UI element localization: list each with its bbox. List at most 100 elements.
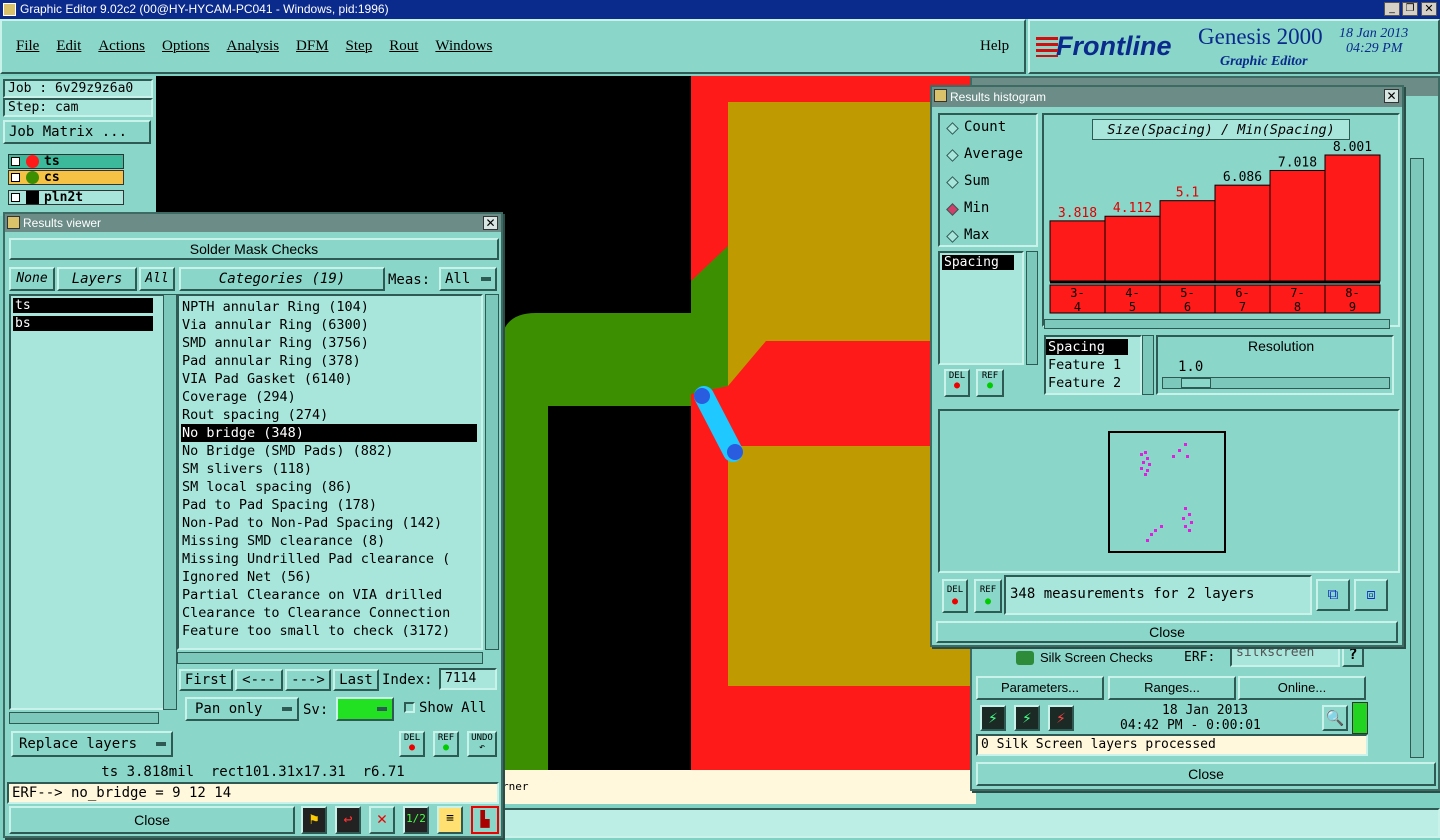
hist-prop-item[interactable]: Feature 2 [1048, 375, 1121, 391]
prev-button[interactable]: <--- [235, 669, 283, 691]
category-item[interactable]: SM slivers (118) [181, 460, 477, 478]
resolution-slider[interactable] [1162, 377, 1390, 389]
hist-prop-item[interactable]: Feature 1 [1048, 357, 1121, 373]
import-chart-icon[interactable]: ⧈ [1354, 579, 1388, 611]
category-item[interactable]: Missing SMD clearance (8) [181, 532, 477, 550]
last-button[interactable]: Last [333, 669, 379, 691]
category-item[interactable]: NPTH annular Ring (104) [181, 298, 477, 316]
categories-list[interactable]: NPTH annular Ring (104) Via annular Ring … [177, 294, 483, 650]
menu-windows[interactable]: Windows [435, 38, 492, 55]
export-icon-button[interactable]: ↩ [335, 806, 361, 834]
categories-hscroll[interactable] [177, 652, 483, 664]
stat-option-max[interactable]: Max [944, 227, 1036, 245]
hist-ref2-button[interactable]: REF ● [974, 579, 1002, 613]
category-item[interactable]: SM local spacing (86) [181, 478, 477, 496]
histogram-bar[interactable] [1214, 184, 1271, 282]
first-button[interactable]: First [179, 669, 233, 691]
category-item[interactable]: Coverage (294) [181, 388, 477, 406]
layer-list-hscroll[interactable] [9, 712, 159, 724]
category-item[interactable]: Ignored Net (56) [181, 568, 477, 586]
results-viewer-close-icon[interactable]: ✕ [483, 216, 498, 230]
category-item[interactable]: Clearance to Clearance Connection [181, 604, 477, 622]
restore-button[interactable]: ❐ [1402, 2, 1418, 16]
histogram-bar[interactable] [1159, 200, 1216, 282]
none-button[interactable]: None [9, 267, 55, 291]
layer-pln2t[interactable]: pln2t [8, 190, 124, 205]
menu-file[interactable]: File [16, 38, 39, 55]
layer-ts[interactable]: ts [8, 154, 124, 169]
undo-button[interactable]: UNDO ↶ [467, 731, 497, 757]
layer-cs[interactable]: cs [8, 170, 124, 185]
flag-icon-button[interactable]: ⚑ [301, 806, 327, 834]
category-item[interactable]: Rout spacing (274) [181, 406, 477, 424]
run-icon-3[interactable]: ⚡ [1048, 705, 1074, 731]
index-field[interactable]: 7114 [439, 668, 497, 690]
histogram-icon-button[interactable]: ▙ [471, 806, 499, 834]
histogram-bar[interactable] [1049, 220, 1106, 282]
stat-option-sum[interactable]: Sum [944, 173, 1036, 200]
menu-analysis[interactable]: Analysis [227, 38, 280, 55]
report-icon-button[interactable]: ≡ [437, 806, 463, 834]
hist-del2-button[interactable]: DEL ● [942, 579, 968, 613]
histogram-close-icon[interactable]: ✕ [1384, 89, 1399, 103]
replace-layers-dropdown[interactable]: Replace layers [11, 731, 173, 757]
layer-list[interactable]: ts bs [9, 294, 165, 710]
zoom-icon[interactable]: 🔍 [1322, 705, 1348, 731]
hist-ref-button[interactable]: REF ● [976, 369, 1004, 397]
histogram-bar[interactable] [1324, 154, 1381, 282]
hist-prop-scroll[interactable] [1142, 335, 1154, 395]
menu-edit[interactable]: Edit [56, 38, 81, 55]
parameters-button[interactable]: Parameters... [976, 676, 1104, 700]
category-item[interactable]: No bridge (348) [181, 424, 477, 442]
chart-hscroll[interactable] [1044, 319, 1390, 329]
menu-step[interactable]: Step [346, 38, 373, 55]
silk-scrollbar[interactable] [1410, 158, 1424, 758]
category-item[interactable]: Non-Pad to Non-Pad Spacing (142) [181, 514, 477, 532]
layer-list-vscroll[interactable] [163, 294, 177, 710]
histogram-close-button[interactable]: Close [936, 621, 1398, 643]
category-item[interactable]: SMD annular Ring (3756) [181, 334, 477, 352]
del-button[interactable]: DEL ● [399, 731, 425, 757]
results-viewer-close-button[interactable]: Close [9, 806, 295, 834]
online-button[interactable]: Online... [1238, 676, 1366, 700]
histogram-bar[interactable] [1104, 215, 1161, 282]
next-button[interactable]: ---> [285, 669, 331, 691]
minimize-button[interactable]: _ [1384, 2, 1400, 16]
category-item[interactable]: VIA Pad Gasket (6140) [181, 370, 477, 388]
menu-rout[interactable]: Rout [389, 38, 418, 55]
sv-color-dropdown[interactable] [336, 697, 394, 721]
category-item[interactable]: Feature too small to check (3172) [181, 622, 477, 640]
show-all-checkbox[interactable] [404, 702, 415, 713]
prop-list-item[interactable]: Spacing [942, 255, 1014, 270]
menu-dfm[interactable]: DFM [296, 38, 329, 55]
layer-list-item[interactable]: ts [13, 298, 153, 313]
ref-button[interactable]: REF ● [433, 731, 459, 757]
prop-list-vscroll[interactable] [1026, 251, 1038, 365]
slider-thumb[interactable] [1181, 378, 1211, 388]
hist-prop-list[interactable]: Spacing Feature 1 Feature 2 [1044, 335, 1142, 395]
stat-option-min[interactable]: Min [944, 200, 1036, 227]
job-matrix-button[interactable]: Job Matrix ... [3, 120, 151, 144]
category-item[interactable]: Partial Clearance on VIA drilled [181, 586, 477, 604]
histogram-bar[interactable] [1269, 169, 1326, 282]
all-layers-button[interactable]: All [139, 267, 175, 291]
category-item[interactable]: Via annular Ring (6300) [181, 316, 477, 334]
silk-close-button[interactable]: Close [976, 762, 1436, 786]
hist-del-button[interactable]: DEL ● [944, 369, 970, 397]
stat-option-count[interactable]: Count [944, 119, 1036, 146]
meas-dropdown[interactable]: All [439, 267, 497, 291]
run-icon-2[interactable]: ⚡ [1014, 705, 1040, 731]
layers-button[interactable]: Layers [57, 267, 137, 291]
category-item[interactable]: Pad to Pad Spacing (178) [181, 496, 477, 514]
layer-list-item[interactable]: bs [13, 316, 153, 331]
category-item[interactable]: No Bridge (SMD Pads) (882) [181, 442, 477, 460]
ranges-button[interactable]: Ranges... [1108, 676, 1236, 700]
categories-vscroll[interactable] [485, 294, 499, 650]
numbered-icon-button[interactable]: 1/2 [403, 806, 429, 834]
pan-dropdown[interactable]: Pan only [185, 697, 299, 721]
categories-button[interactable]: Categories (19) [179, 267, 385, 291]
stat-option-average[interactable]: Average [944, 146, 1036, 173]
category-item[interactable]: Pad annular Ring (378) [181, 352, 477, 370]
run-icon-1[interactable]: ⚡ [980, 705, 1006, 731]
export-chart-icon[interactable]: ⧉ [1316, 579, 1350, 611]
